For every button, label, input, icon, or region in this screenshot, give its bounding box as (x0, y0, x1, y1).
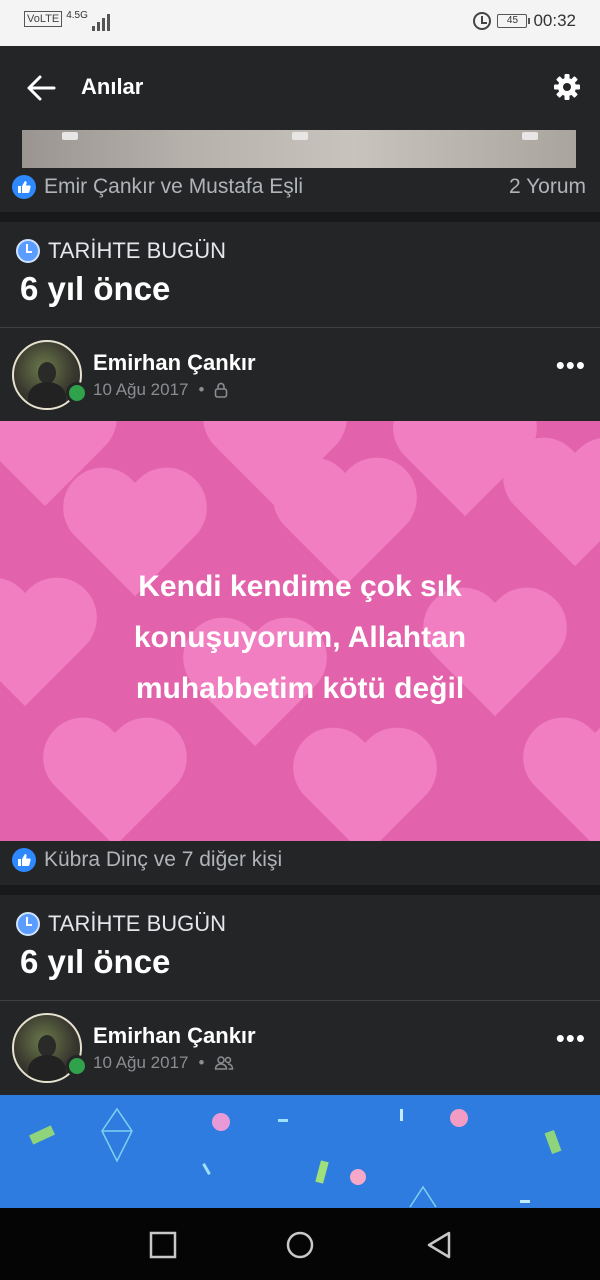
post-header: Emirhan Çankır 10 Ağu 2017 • ••• (0, 1001, 600, 1095)
page-title: Anılar (81, 74, 144, 99)
memory-header: TARİHTE BUGÜN 6 yıl önce (0, 895, 600, 1001)
confetti (315, 1160, 329, 1184)
post-meta: 10 Ağu 2017 • (93, 380, 228, 400)
battery-icon: 45 (497, 14, 531, 28)
divider (0, 212, 600, 222)
memory-header: TARİHTE BUGÜN 6 yıl önce (0, 222, 600, 328)
confetti (29, 1125, 55, 1145)
network-type: 4.5G (66, 10, 88, 21)
heart-decoration (500, 441, 600, 581)
author-name[interactable]: Emirhan Çankır (93, 350, 256, 376)
system-status-bar: VoLTE 4.5G 45 00:32 (0, 0, 600, 46)
like-icon (12, 848, 36, 872)
years-ago: 6 yıl önce (20, 270, 171, 307)
lock-icon (215, 382, 228, 398)
section-label-text: TARİHTE BUGÜN (48, 238, 227, 263)
online-indicator (66, 1055, 88, 1077)
section-label: TARİHTE BUGÜN (16, 238, 226, 264)
confetti (409, 1185, 437, 1208)
confetti (450, 1109, 468, 1127)
confetti (278, 1119, 288, 1122)
reactions-text: Emir Çankır ve Mustafa Eşli (44, 175, 304, 198)
alarm-icon (473, 12, 492, 30)
triangle-back-icon[interactable] (424, 1230, 454, 1260)
confetti (544, 1129, 562, 1155)
app-bar: Anılar (0, 46, 600, 130)
confetti (520, 1200, 530, 1203)
status-text: Kendi kendime çok sık konuşuyorum, Allah… (133, 570, 467, 705)
years-ago: 6 yıl önce (20, 943, 171, 980)
heart-decoration (520, 721, 600, 841)
confetti (202, 1163, 211, 1175)
arrow-left-icon[interactable] (22, 70, 62, 106)
confetti (400, 1109, 403, 1121)
confetti (350, 1169, 366, 1185)
heart-decoration (40, 721, 190, 841)
signal-icon (91, 11, 110, 31)
reaction-row[interactable]: Emir Çankır ve Mustafa Eşli 2 Yorum (12, 172, 588, 202)
reactions-text: Kübra Dinç ve 7 diğer kişi (44, 848, 283, 871)
divider (0, 885, 600, 895)
confetti (212, 1113, 230, 1131)
post-date[interactable]: 10 Ağu 2017 (93, 380, 188, 400)
meta-separator: • (198, 1053, 205, 1072)
post-image[interactable] (0, 1095, 600, 1208)
section-label: TARİHTE BUGÜN (16, 911, 226, 937)
status-left: VoLTE 4.5G (24, 11, 110, 31)
meta-separator: • (198, 380, 205, 399)
heart-decoration (290, 731, 440, 841)
previous-memory-card: Emir Çankır ve Mustafa Eşli 2 Yorum (0, 130, 600, 212)
like-icon (12, 175, 36, 199)
section-label-text: TARİHTE BUGÜN (48, 911, 227, 936)
status-right: 45 00:32 (473, 11, 576, 31)
confetti (101, 1107, 133, 1163)
post-meta: 10 Ağu 2017 • (93, 1053, 234, 1073)
online-indicator (66, 382, 88, 404)
circle-icon[interactable] (285, 1230, 315, 1260)
clock-icon (16, 912, 40, 936)
author-name[interactable]: Emirhan Çankır (93, 1023, 256, 1049)
gear-icon[interactable] (552, 72, 582, 102)
status-post[interactable]: Kendi kendime çok sık konuşuyorum, Allah… (0, 421, 600, 841)
reaction-bar: Kübra Dinç ve 7 diğer kişi (0, 841, 600, 885)
system-nav-bar (0, 1208, 600, 1280)
post-header: Emirhan Çankır 10 Ağu 2017 • ••• (0, 328, 600, 422)
more-options-icon[interactable]: ••• (556, 1025, 586, 1051)
comments-count[interactable]: 2 Yorum (509, 175, 586, 199)
reaction-row[interactable]: Kübra Dinç ve 7 diğer kişi (12, 845, 588, 875)
clock-icon (16, 239, 40, 263)
volte-badge: VoLTE (24, 11, 63, 27)
square-icon[interactable] (148, 1230, 178, 1260)
post-date[interactable]: 10 Ağu 2017 (93, 1053, 188, 1073)
more-options-icon[interactable]: ••• (556, 352, 586, 378)
friends-icon (215, 1056, 234, 1070)
post-photo[interactable] (22, 130, 576, 168)
clock-time: 00:32 (533, 11, 576, 30)
